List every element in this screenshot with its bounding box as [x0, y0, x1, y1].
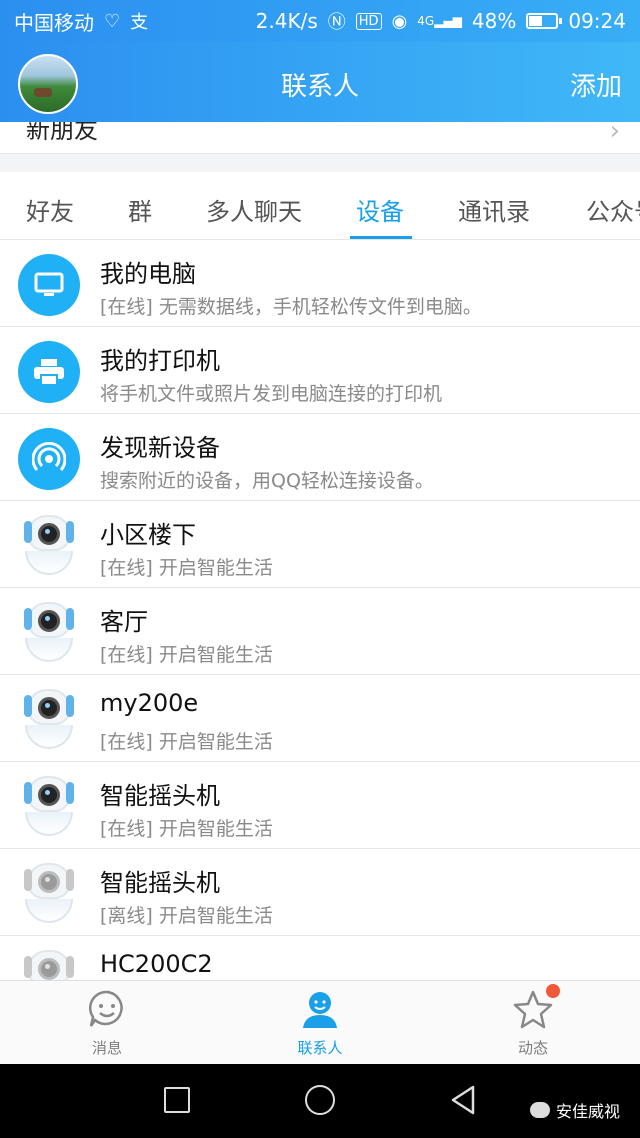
device-description: [离线] 开启智能生活: [100, 905, 273, 927]
tab-public-accounts[interactable]: 公众号: [586, 192, 640, 227]
device-name: HC200C2: [100, 950, 213, 978]
list-item[interactable]: 我的打印机 将手机文件或照片发到电脑连接的打印机: [0, 327, 640, 414]
page-title: 联系人: [280, 72, 359, 102]
tab-address-book[interactable]: 通讯录: [458, 192, 530, 227]
device-name: my200e: [100, 689, 199, 717]
device-name: 发现新设备: [100, 434, 220, 462]
list-item[interactable]: my200e [在线] 开启智能生活: [0, 675, 640, 762]
tab-devices[interactable]: 设备: [356, 192, 404, 227]
recent-apps-button[interactable]: [164, 1087, 190, 1113]
device-name: 智能摇头机: [100, 869, 220, 897]
app-header: 联系人 添加: [0, 42, 640, 122]
device-description: [在线] 开启智能生活: [100, 644, 273, 666]
list-item[interactable]: 发现新设备 搜索附近的设备，用QQ轻松连接设备。: [0, 414, 640, 501]
heart-icon: ♡: [104, 10, 121, 32]
watermark: 安佳威视: [530, 1098, 620, 1122]
new-friends-row[interactable]: 新朋友 ›: [0, 122, 640, 154]
camera-icon: [22, 774, 76, 838]
nav-label: 动态: [517, 1039, 548, 1057]
nav-moments[interactable]: 动态: [483, 989, 583, 1058]
tab-multi-chat[interactable]: 多人聊天: [206, 192, 302, 227]
device-name: 小区楼下: [100, 521, 196, 549]
hd-icon: HD: [355, 12, 382, 30]
chevron-right-icon: ›: [609, 122, 620, 146]
device-name: 客厅: [100, 608, 148, 636]
device-description: [在线] 无需数据线，手机轻松传文件到电脑。: [100, 296, 482, 318]
list-item[interactable]: HC200C2: [0, 936, 640, 980]
list-item[interactable]: 客厅 [在线] 开启智能生活: [0, 588, 640, 675]
signal-icon: [18, 428, 80, 490]
notification-badge: [546, 984, 560, 998]
eye-icon: ◉: [391, 10, 408, 32]
device-description: 搜索附近的设备，用QQ轻松连接设备。: [100, 470, 434, 492]
camera-icon: [22, 600, 76, 664]
device-name: 智能摇头机: [100, 782, 220, 810]
status-bar: 中国移动 ♡ 支 2.4K/s Ⓝ HD ◉ 4G▂▄▆ 48% 09:24: [0, 0, 640, 42]
network-speed: 2.4K/s: [255, 9, 318, 33]
device-description: [在线] 开启智能生活: [100, 557, 273, 579]
camera-icon: [22, 687, 76, 751]
nav-messages[interactable]: 消息: [57, 989, 157, 1058]
nav-contacts[interactable]: 联系人: [270, 989, 370, 1058]
list-item[interactable]: 小区楼下 [在线] 开启智能生活: [0, 501, 640, 588]
new-friends-label: 新朋友: [26, 122, 98, 144]
printer-icon: [18, 341, 80, 403]
list-item[interactable]: 智能摇头机 [离线] 开启智能生活: [0, 849, 640, 936]
clock: 09:24: [568, 9, 626, 33]
add-button[interactable]: 添加: [570, 66, 622, 103]
nav-label: 消息: [91, 1039, 122, 1057]
device-description: 将手机文件或照片发到电脑连接的打印机: [100, 383, 443, 405]
contact-person-icon: [303, 992, 337, 1028]
battery-percent: 48%: [471, 9, 517, 33]
contact-tabs: 好友 群 多人聊天 设备 通讯录 公众号: [0, 172, 640, 240]
device-description: [在线] 开启智能生活: [100, 731, 273, 753]
computer-icon: [18, 254, 80, 316]
list-item[interactable]: 智能摇头机 [在线] 开启智能生活: [0, 762, 640, 849]
device-name: 我的打印机: [100, 347, 220, 375]
tab-groups[interactable]: 群: [128, 192, 152, 227]
battery-icon: [526, 13, 563, 29]
back-button[interactable]: [448, 1084, 478, 1116]
carrier-name: 中国移动: [14, 10, 94, 35]
camera-offline-icon: [22, 861, 76, 925]
app-notification-icon: 支: [130, 12, 149, 33]
device-name: 我的电脑: [100, 260, 196, 288]
device-list: 我的电脑 [在线] 无需数据线，手机轻松传文件到电脑。 我的打印机 将手机文件或…: [0, 240, 640, 980]
device-description: [在线] 开启智能生活: [100, 818, 273, 840]
camera-offline-icon: [22, 948, 76, 980]
signal-bars-icon: 4G▂▄▆: [417, 14, 462, 28]
smile-chat-icon: [88, 990, 123, 1027]
home-button[interactable]: [305, 1085, 335, 1115]
camera-icon: [22, 513, 76, 577]
watermark-text: 安佳威视: [556, 1102, 621, 1121]
section-divider: [0, 154, 640, 172]
bottom-tab-bar: 消息 联系人 动态: [0, 980, 640, 1064]
nav-label: 联系人: [297, 1039, 343, 1057]
nfc-icon: Ⓝ: [327, 12, 346, 33]
list-item[interactable]: 我的电脑 [在线] 无需数据线，手机轻松传文件到电脑。: [0, 240, 640, 327]
wechat-icon: [530, 1102, 550, 1118]
tab-friends[interactable]: 好友: [26, 192, 74, 227]
